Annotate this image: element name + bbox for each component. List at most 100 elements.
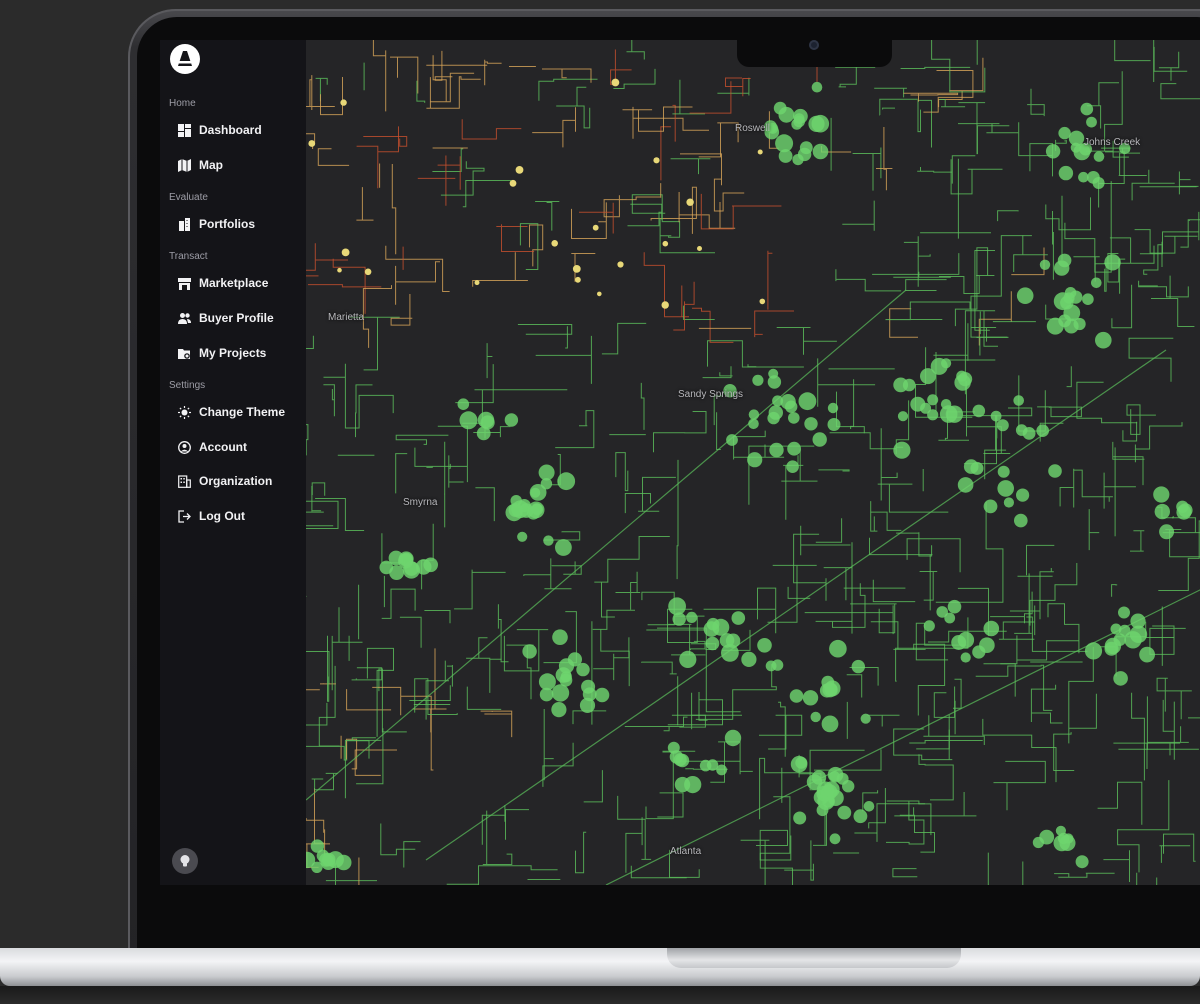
capacity-marker: [811, 81, 823, 93]
power-line: [412, 648, 447, 733]
substation-marker: [592, 224, 599, 231]
power-line: [815, 583, 866, 628]
power-line: [399, 616, 422, 648]
power-line: [962, 415, 998, 465]
capacity-marker: [1013, 395, 1024, 406]
sidebar-item-portfolios[interactable]: Portfolios: [178, 213, 303, 235]
power-line: [676, 459, 679, 580]
power-line: [631, 194, 681, 238]
power-line: [421, 523, 434, 590]
capacity-marker: [945, 405, 964, 423]
power-line: [702, 366, 733, 379]
sidebar-item-map[interactable]: Map: [178, 154, 303, 176]
sidebar-item-account[interactable]: Account: [178, 436, 303, 458]
capacity-marker: [792, 154, 804, 166]
power-line: [535, 335, 592, 384]
power-line: [575, 831, 587, 874]
capacity-marker: [789, 689, 804, 703]
sidebar-item-dashboard[interactable]: Dashboard: [178, 119, 303, 141]
power-line: [1076, 381, 1138, 424]
power-line: [1103, 850, 1130, 882]
power-line: [317, 148, 350, 166]
capacity-marker: [812, 432, 827, 447]
power-line: [879, 98, 918, 116]
power-line: [886, 801, 925, 845]
capacity-marker: [788, 412, 800, 424]
power-line: [869, 537, 933, 611]
power-line: [835, 269, 902, 292]
capacity-marker: [459, 411, 478, 430]
power-line: [306, 500, 339, 529]
power-line: [997, 210, 1019, 222]
capacity-marker: [552, 629, 568, 645]
capacity-marker: [829, 639, 847, 658]
capacity-marker: [747, 452, 763, 468]
capacity-marker: [1153, 486, 1170, 503]
power-line: [318, 665, 340, 747]
power-line: [403, 841, 421, 868]
capacity-marker: [786, 460, 799, 474]
power-line: [378, 668, 407, 733]
power-line: [818, 469, 850, 472]
capacity-marker: [947, 599, 962, 614]
power-line: [1138, 280, 1189, 298]
power-line: [1126, 404, 1156, 435]
lightbulb-icon[interactable]: [172, 848, 198, 874]
power-line: [1143, 241, 1163, 275]
sidebar-item-buyer-profile[interactable]: Buyer Profile: [178, 307, 303, 329]
power-line: [446, 865, 558, 885]
power-line: [1114, 40, 1151, 62]
sidebar-item-log-out[interactable]: Log Out: [178, 505, 303, 527]
capacity-marker: [954, 374, 971, 391]
power-line: [740, 839, 770, 885]
grid-capacity-map[interactable]: Roswell Johns Creek Marietta Sandy Sprin…: [306, 40, 1200, 885]
power-line: [716, 412, 721, 450]
power-line: [804, 605, 894, 635]
power-line: [529, 224, 544, 267]
power-line: [308, 284, 382, 288]
logout-icon: [178, 509, 191, 523]
capacity-marker: [1110, 623, 1122, 635]
sidebar-item-organization[interactable]: Organization: [178, 470, 303, 492]
power-line: [876, 127, 893, 191]
capacity-marker: [594, 687, 610, 703]
power-line: [1180, 219, 1200, 248]
sidebar-item-my-projects[interactable]: My Projects: [178, 342, 303, 364]
capacity-marker: [555, 539, 572, 556]
capacity-marker: [798, 392, 817, 411]
power-line: [571, 202, 607, 239]
substation-marker: [308, 140, 316, 147]
power-line: [497, 604, 509, 663]
capacity-marker: [1057, 832, 1070, 845]
brand-logo-icon[interactable]: [170, 44, 200, 74]
capacity-marker: [1095, 331, 1112, 349]
capacity-marker: [1130, 613, 1146, 629]
capacity-marker: [310, 839, 325, 853]
power-line: [958, 123, 1019, 134]
power-line: [1037, 406, 1082, 418]
power-line: [332, 258, 366, 314]
power-line: [913, 643, 946, 716]
power-line: [668, 623, 706, 656]
power-line: [615, 452, 629, 492]
city-label: Atlanta: [670, 846, 702, 857]
capacity-marker: [538, 464, 555, 481]
power-line: [344, 737, 382, 799]
power-line: [315, 77, 328, 102]
power-line: [395, 453, 408, 494]
power-line: [657, 792, 684, 818]
power-line: [672, 104, 676, 142]
sidebar-item-change-theme[interactable]: Change Theme: [178, 401, 303, 423]
city-label: Roswell: [735, 123, 771, 134]
power-line: [1139, 211, 1200, 255]
power-line: [923, 70, 974, 113]
sidebar-item-marketplace[interactable]: Marketplace: [178, 272, 303, 294]
power-line: [1059, 468, 1075, 508]
capacity-marker: [1016, 488, 1030, 502]
map-network-layer[interactable]: [306, 40, 1200, 885]
capacity-marker: [551, 684, 570, 702]
sidebar-item-label: Organization: [199, 474, 273, 488]
power-line: [870, 511, 902, 531]
power-line: [535, 201, 560, 231]
capacity-marker: [1093, 151, 1105, 162]
